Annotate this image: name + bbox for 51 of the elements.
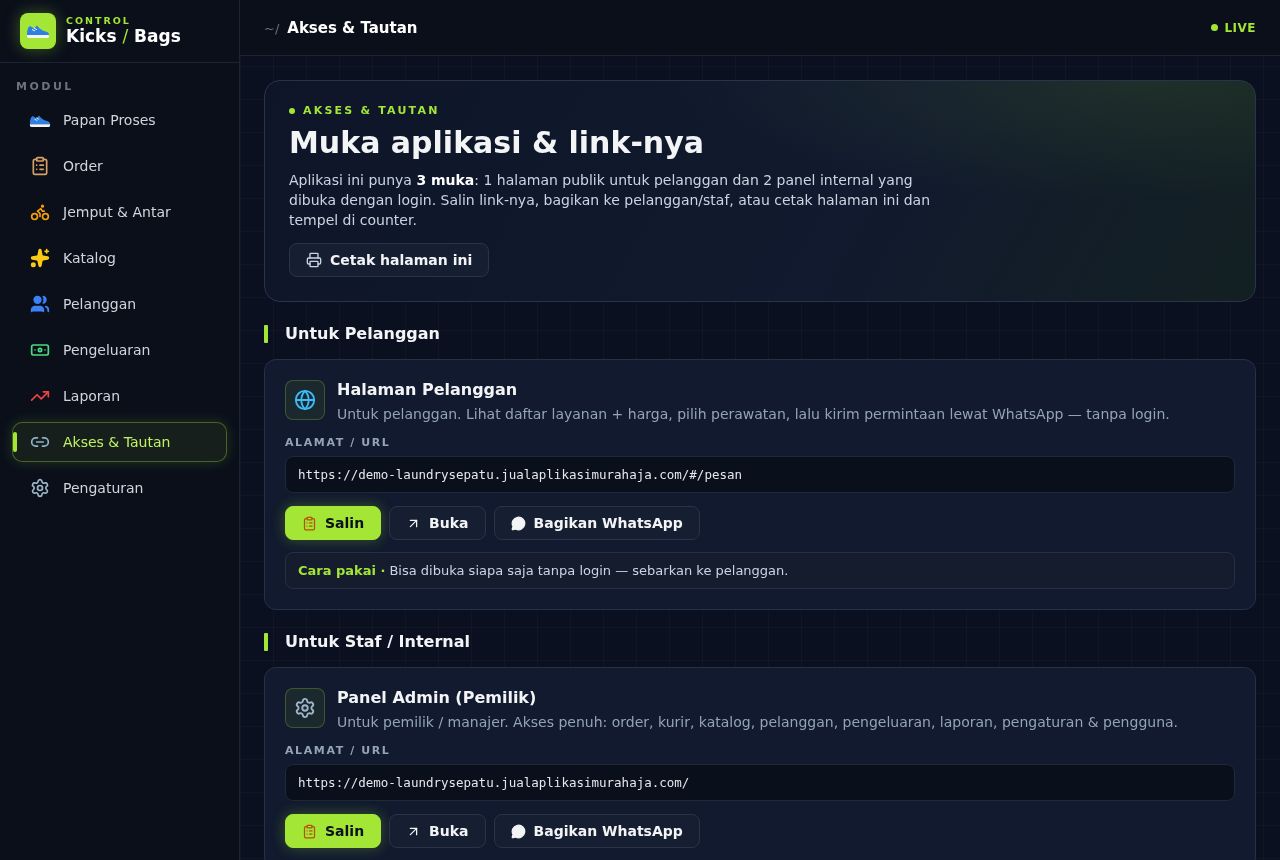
globe-icon [285,380,325,420]
path-prefix: ~/ [264,20,280,36]
sparkles-icon [30,248,50,268]
share-button[interactable]: Bagikan WhatsApp [493,814,700,848]
intro-text: Aplikasi ini punya 3 muka: 1 halaman publik untuk pelanggan dan 2 panel internal yang dibuka dengan login. Salin link-nya, bagikan ke pelanggan/staf, atau cetak halaman ini dan tempel di counter. [289,171,932,230]
sidebar-item[interactable]: Jemput & Antar [12,192,227,232]
open-button[interactable]: Buka [389,506,486,540]
clipboard-icon [302,515,317,531]
card-title: Halaman Pelanggan [337,380,519,400]
eyebrow-label: AKSES & TAUTAN [303,104,440,118]
card-title: Panel Admin (Pemilik) [337,688,538,708]
sidebar-item[interactable]: Order [12,146,227,186]
field-label: ALAMAT / URL [285,744,392,758]
sidebar-item[interactable]: Akses & Tautan [12,422,227,462]
sneaker-logo-icon [20,13,56,49]
speech-bubble-icon [510,823,526,839]
copy-button[interactable]: Salin [285,814,382,848]
bicycle-icon [30,202,50,222]
live-status: LIVE [1224,20,1256,35]
nav-section-label: MODUL [16,80,75,93]
page-title: Akses & Tautan [287,18,418,37]
card-description: Untuk pemilik / manajer. Akses penuh: order, kurir, katalog, pelanggan, pengeluaran, laporan, pengaturan & pengguna. [337,713,1179,732]
url-field[interactable]: https://demo-laundrysepatu.jualaplikasimurahaja.com/ [285,764,1235,801]
clipboard-icon [302,823,317,839]
sidebar-item[interactable]: Pengeluaran [12,330,227,370]
usage-note: Cara pakai · Bisa dibuka siapa saja tanpa login — sebarkan ke pelanggan. [285,552,1235,589]
section-heading: Untuk Staf / Internal [285,632,470,652]
sidebar-item[interactable]: Pelanggan [12,284,227,324]
sidebar-item[interactable]: Pengaturan [12,468,227,508]
sidebar-item[interactable]: Katalog [12,238,227,278]
people-icon [30,294,50,314]
print-button[interactable]: Cetak halaman ini [289,243,490,277]
status-dot-icon [1211,24,1219,31]
field-label: ALAMAT / URL [285,436,392,450]
heading: Muka aplikasi & link-nya [289,125,705,161]
settings-icon [285,688,325,728]
printer-icon [306,252,322,268]
card-description: Untuk pelanggan. Lihat daftar layanan + harga, pilih perawatan, lalu kirim permintaan lewat WhatsApp — tanpa login. [337,405,1170,424]
sidebar-item[interactable]: Laporan [12,376,227,416]
speech-bubble-icon [510,515,526,531]
dot-icon [289,108,295,114]
section-heading: Untuk Pelanggan [285,324,440,344]
url-field[interactable]: https://demo-laundrysepatu.jualaplikasimurahaja.com/#/pesan [285,456,1235,493]
share-button[interactable]: Bagikan WhatsApp [493,506,700,540]
sidebar-item[interactable]: Papan Proses [12,100,227,140]
copy-button[interactable]: Salin [285,506,382,540]
settings-icon [30,478,50,498]
brand-name: Kicks / Bags [66,26,181,46]
brand-kicker: CONTROL [66,16,132,26]
clipboard-icon [30,156,50,176]
open-button[interactable]: Buka [389,814,486,848]
